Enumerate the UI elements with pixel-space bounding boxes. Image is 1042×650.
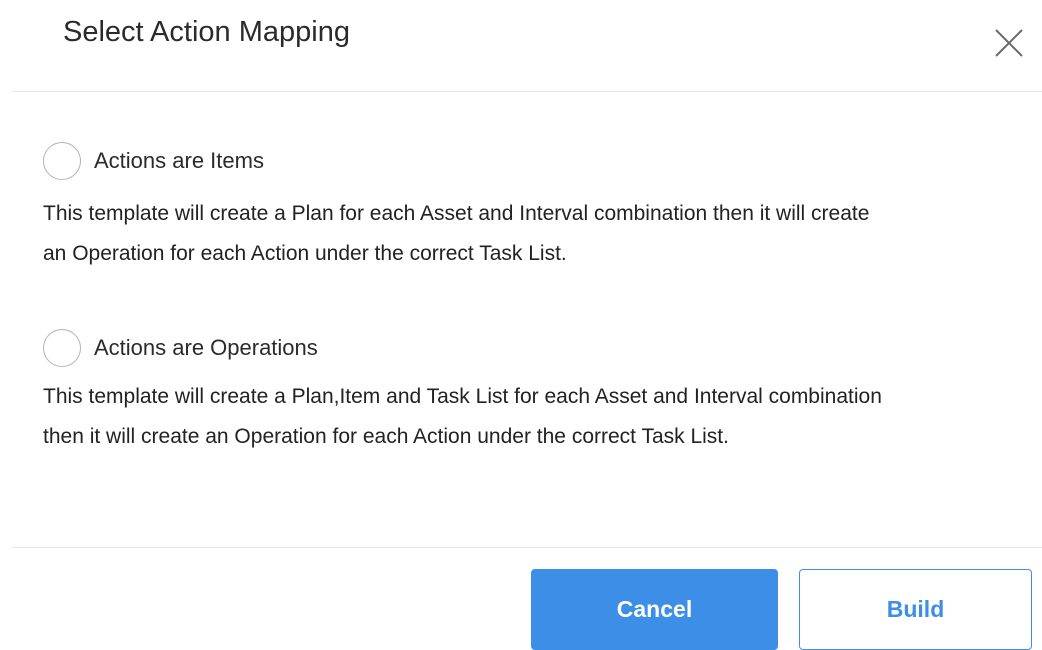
description-line: This template will create a Plan for eac… [43, 202, 870, 225]
dialog-title: Select Action Mapping [63, 16, 350, 48]
radio-actions-are-items[interactable] [43, 142, 81, 180]
build-button[interactable]: Build [799, 569, 1032, 650]
option-description: This template will create a Plan,Item an… [43, 377, 1033, 457]
close-button[interactable] [992, 26, 1026, 60]
description-line: This template will create a Plan,Item an… [43, 385, 882, 408]
option-actions-are-items[interactable]: Actions are Items [43, 141, 264, 181]
option-actions-are-operations[interactable]: Actions are Operations [43, 328, 318, 368]
close-icon [995, 29, 1023, 57]
header-divider [12, 91, 1042, 92]
option-description: This template will create a Plan for eac… [43, 194, 1033, 274]
description-line: an Operation for each Action under the c… [43, 242, 567, 265]
cancel-button[interactable]: Cancel [531, 569, 778, 650]
dialog-header: Select Action Mapping [0, 0, 1042, 92]
description-line: then it will create an Operation for eac… [43, 425, 729, 448]
option-label: Actions are Operations [94, 335, 318, 360]
select-action-mapping-dialog: Select Action Mapping Actions are Items … [0, 0, 1042, 650]
option-label: Actions are Items [94, 148, 264, 173]
footer-divider [12, 547, 1042, 548]
radio-actions-are-operations[interactable] [43, 329, 81, 367]
